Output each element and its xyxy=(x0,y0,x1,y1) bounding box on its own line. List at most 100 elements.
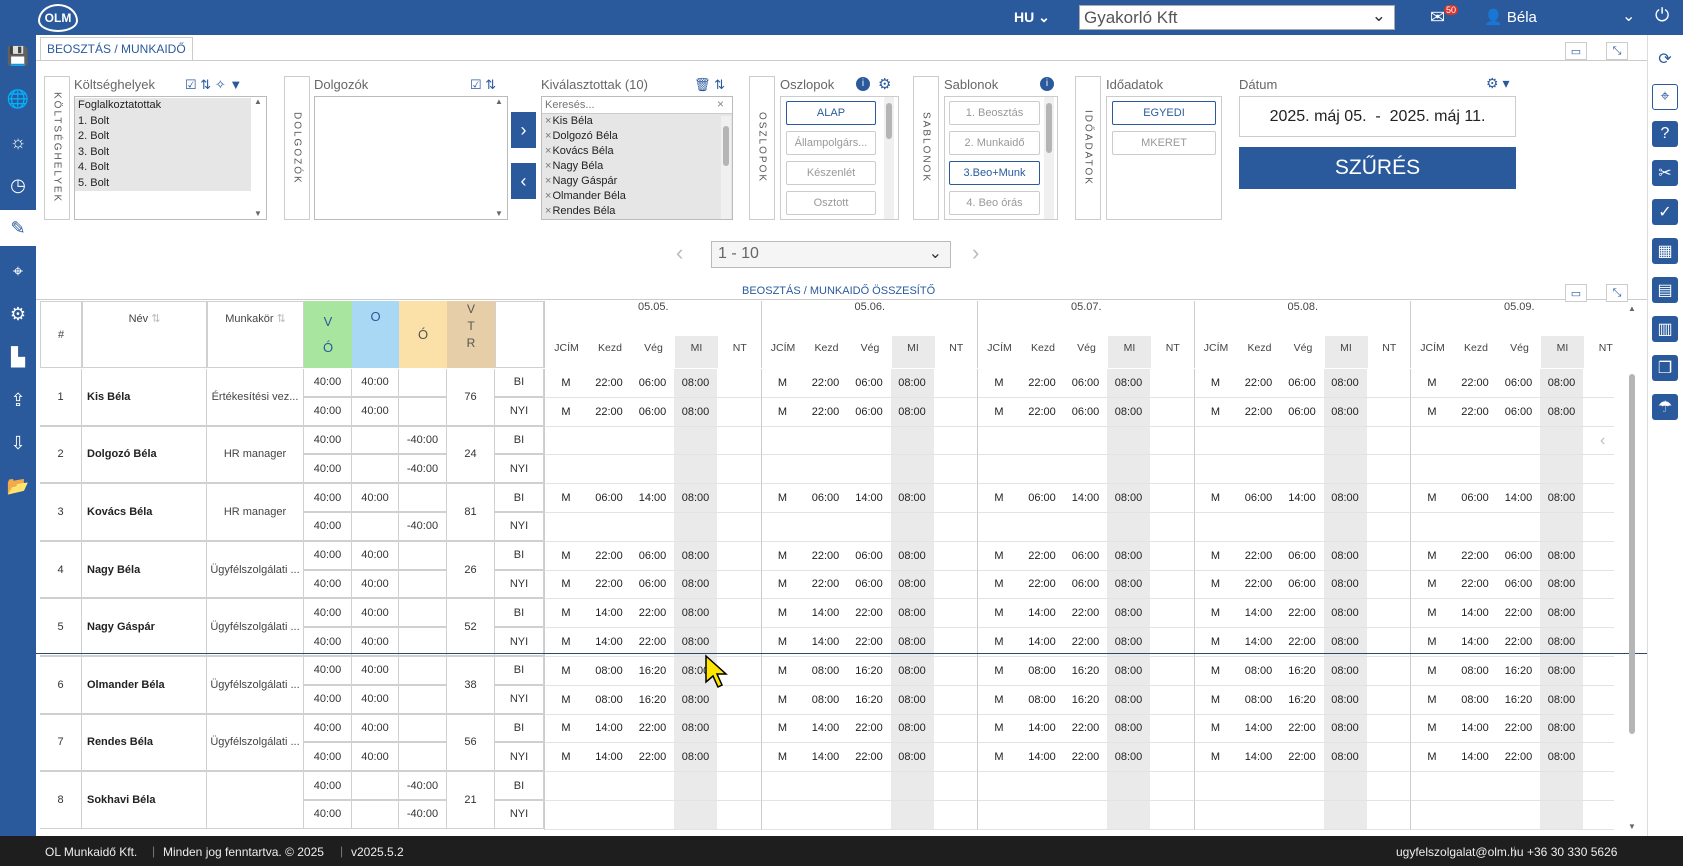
schedule-cell[interactable]: 08:00 xyxy=(890,369,934,398)
schedule-cell[interactable]: 22:00 xyxy=(1236,398,1281,427)
schedule-cell[interactable] xyxy=(847,513,891,542)
schedule-cell[interactable]: 08:00 xyxy=(1323,570,1367,600)
add-selected-button[interactable]: › xyxy=(511,112,536,148)
schedule-cell[interactable]: 06:00 xyxy=(1280,398,1324,427)
schedule-cell[interactable] xyxy=(1366,686,1410,715)
schedule-cell[interactable]: 08:00 xyxy=(1540,714,1583,744)
schedule-cell[interactable]: 08:00 xyxy=(674,397,717,427)
schedule-cell[interactable]: M xyxy=(1410,685,1453,715)
schedule-cell[interactable]: 22:00 xyxy=(1497,743,1540,773)
schedule-cell[interactable]: 06:00 xyxy=(1280,542,1324,571)
schedule-cell[interactable] xyxy=(890,772,934,801)
schedule-cell[interactable] xyxy=(1150,398,1194,427)
cost-center-item[interactable]: Foglalkoztatottak xyxy=(75,98,251,114)
table-scrollbar[interactable]: ▲ ▼ xyxy=(1627,304,1637,834)
schedule-cell[interactable] xyxy=(1020,513,1064,542)
globe-icon[interactable]: 🌐 xyxy=(0,81,36,117)
schedule-cell[interactable] xyxy=(631,772,674,801)
schedule-cell[interactable]: 16:20 xyxy=(631,686,674,715)
schedule-cell[interactable] xyxy=(1150,542,1194,571)
schedule-cell[interactable] xyxy=(544,772,587,801)
schedule-cell[interactable]: 16:20 xyxy=(1064,686,1107,715)
cost-centers-vlabel[interactable]: KÖLTSÉGHELYEK xyxy=(44,76,70,220)
schedule-cell[interactable] xyxy=(933,455,977,485)
schedule-cell[interactable] xyxy=(1540,513,1583,542)
selected-item[interactable]: ×Dolgozó Béla xyxy=(542,129,732,144)
template-3-button[interactable]: 3.Beo+Munk xyxy=(949,161,1040,185)
save-icon[interactable]: 💾 xyxy=(0,38,36,74)
schedule-cell[interactable] xyxy=(1150,369,1194,398)
schedule-cell[interactable]: 08:00 xyxy=(803,657,848,686)
schedule-cell[interactable]: 08:00 xyxy=(1107,397,1150,427)
schedule-cell[interactable] xyxy=(803,455,848,485)
remove-icon[interactable]: × xyxy=(545,175,551,187)
schedule-cell[interactable] xyxy=(1366,801,1410,830)
employee-name[interactable]: Kis Béla xyxy=(81,369,207,426)
schedule-cell[interactable]: 06:00 xyxy=(631,398,674,427)
schedule-cell[interactable]: 08:00 xyxy=(1540,369,1583,398)
remove-selected-button[interactable]: ‹ xyxy=(511,163,536,199)
employees-vlabel[interactable]: DOLGOZÓK xyxy=(284,76,310,220)
schedule-cell[interactable] xyxy=(674,772,717,801)
schedule-cell[interactable] xyxy=(1064,772,1107,801)
schedule-cell[interactable]: 22:00 xyxy=(1280,743,1324,773)
schedule-cell[interactable] xyxy=(1583,427,1614,456)
schedule-cell[interactable]: M xyxy=(1193,484,1237,513)
schedule-cell[interactable] xyxy=(587,427,631,456)
schedule-cell[interactable]: 08:00 xyxy=(890,484,934,513)
schedule-cell[interactable] xyxy=(717,743,761,773)
schedule-cell[interactable] xyxy=(544,426,587,456)
schedule-cell[interactable]: 08:00 xyxy=(674,369,717,398)
schedule-cell[interactable]: 14:00 xyxy=(587,743,631,773)
schedule-cell[interactable] xyxy=(1150,657,1194,686)
schedule-cell[interactable]: 14:00 xyxy=(587,599,631,629)
schedule-cell[interactable] xyxy=(1453,455,1497,485)
schedule-cell[interactable]: 22:00 xyxy=(1453,369,1497,398)
cost-center-item[interactable]: 1. Bolt xyxy=(75,113,251,129)
schedule-cell[interactable] xyxy=(1064,513,1107,542)
info-icon[interactable]: i xyxy=(1040,77,1054,91)
timedata-frame-button[interactable]: MKERET xyxy=(1112,131,1216,155)
schedule-cell[interactable]: 08:00 xyxy=(1453,686,1497,715)
employee-name[interactable]: Olmander Béla xyxy=(81,656,207,714)
schedule-cell[interactable]: 08:00 xyxy=(1107,685,1150,715)
sun-icon[interactable]: ☼ xyxy=(0,124,36,160)
info-icon[interactable]: i xyxy=(856,77,870,91)
schedule-cell[interactable]: 08:00 xyxy=(1540,743,1583,773)
schedule-cell[interactable] xyxy=(717,542,761,571)
schedule-cell[interactable] xyxy=(1410,772,1453,801)
schedule-cell[interactable]: 22:00 xyxy=(803,571,848,600)
schedule-cell[interactable]: 14:00 xyxy=(1236,599,1281,629)
schedule-cell[interactable] xyxy=(1280,513,1324,542)
columns-alap-button[interactable]: ALAP xyxy=(786,101,876,125)
clear-search-icon[interactable]: × xyxy=(717,97,724,111)
schedule-cell[interactable] xyxy=(1150,743,1194,773)
umbrella-icon[interactable]: ☂ xyxy=(1652,394,1678,420)
sort-icon[interactable]: ⇅ xyxy=(200,77,211,92)
schedule-cell[interactable]: M xyxy=(977,599,1020,629)
schedule-cell[interactable]: M xyxy=(760,369,804,398)
page-select[interactable]: 1 - 10 ⌄ xyxy=(711,241,951,268)
schedule-cell[interactable]: 08:00 xyxy=(890,743,934,773)
cost-center-item[interactable]: 5. Bolt xyxy=(75,175,251,191)
schedule-cell[interactable] xyxy=(1020,801,1064,830)
scroll-down-icon[interactable]: ▼ xyxy=(254,209,262,218)
schedule-cell[interactable]: M xyxy=(1193,714,1237,744)
schedule-cell[interactable]: 08:00 xyxy=(890,541,934,571)
chevron-down-icon[interactable]: ⌄ xyxy=(1622,6,1635,26)
schedule-cell[interactable] xyxy=(1583,542,1614,571)
schedule-cell[interactable]: 22:00 xyxy=(1236,571,1281,600)
schedule-cell[interactable] xyxy=(933,542,977,571)
schedule-cell[interactable] xyxy=(1366,571,1410,600)
schedule-cell[interactable]: 16:20 xyxy=(847,657,891,686)
schedule-cell[interactable] xyxy=(717,772,761,801)
schedule-cell[interactable] xyxy=(933,686,977,715)
scroll-up-icon[interactable]: ▲ xyxy=(254,97,262,106)
employees-list[interactable] xyxy=(314,96,508,220)
schedule-cell[interactable] xyxy=(1366,715,1410,744)
schedule-cell[interactable]: M xyxy=(977,743,1020,773)
selected-item[interactable]: ×Olmander Béla xyxy=(542,189,732,204)
schedule-cell[interactable]: 16:20 xyxy=(1280,686,1324,715)
schedule-cell[interactable] xyxy=(1540,426,1583,456)
schedule-cell[interactable]: 08:00 xyxy=(1323,599,1367,629)
